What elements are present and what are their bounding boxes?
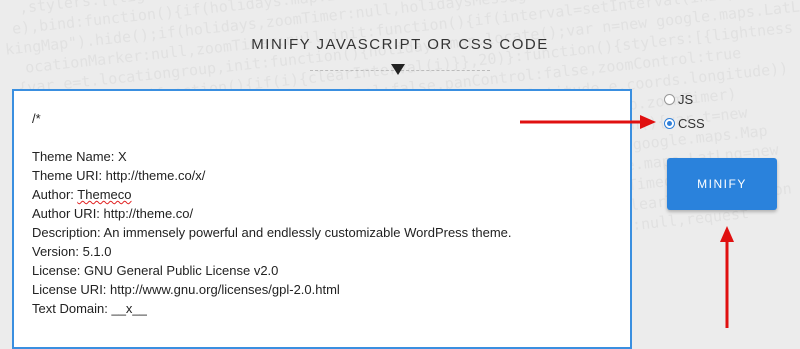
annotation-arrow-right-icon	[520, 115, 656, 129]
annotation-arrow-up-icon	[720, 226, 734, 328]
annotation-arrows	[520, 115, 734, 328]
